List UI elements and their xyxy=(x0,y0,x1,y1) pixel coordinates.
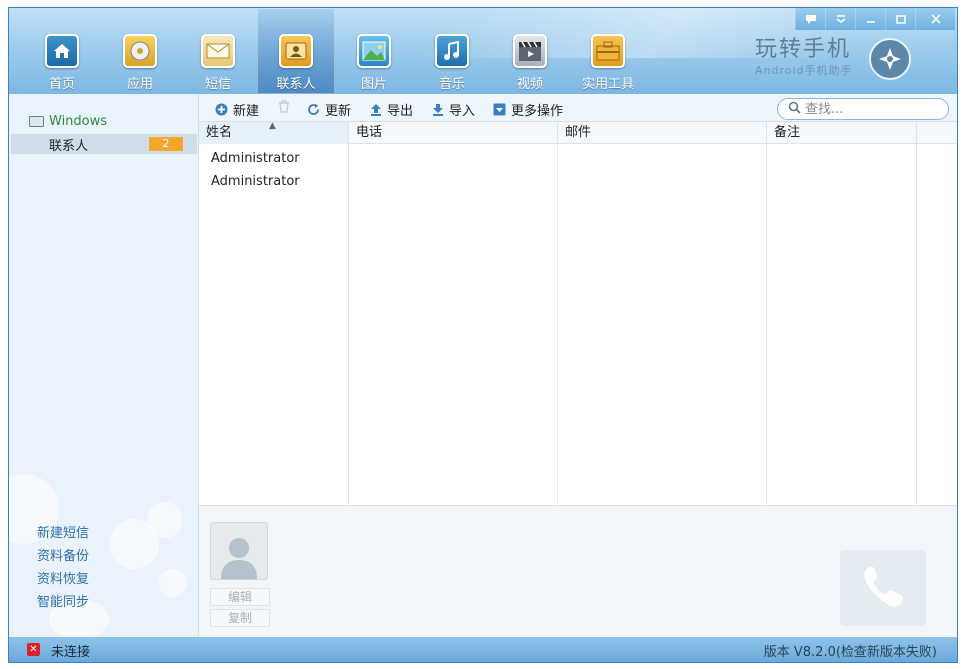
app-window: 首页 应用 短信 联系人 图片 音乐 视频 实用工具 玩转手机 Android手… xyxy=(8,7,958,663)
computer-icon xyxy=(29,116,44,127)
tree-root-label: Windows xyxy=(49,114,108,129)
contact-card-icon xyxy=(279,34,313,68)
nav-label: 首页 xyxy=(48,77,75,92)
header-bar: 首页 应用 短信 联系人 图片 音乐 视频 实用工具 玩转手机 Android手… xyxy=(9,8,957,94)
avatar xyxy=(210,522,268,580)
disc-icon xyxy=(123,34,157,68)
new-contact-button[interactable]: 新建 xyxy=(215,100,259,119)
refresh-label: 更新 xyxy=(325,104,352,119)
nav-sms[interactable]: 短信 xyxy=(179,8,257,94)
nav-tools[interactable]: 实用工具 xyxy=(569,8,647,94)
status-bar: ✕ 未连接 版本 V8.2.0(检查新版本失败) xyxy=(9,637,957,662)
link-smart-sync[interactable]: 智能同步 xyxy=(37,591,89,614)
import-label: 导入 xyxy=(449,104,476,119)
arrow-down-icon xyxy=(431,103,444,116)
nav-contacts[interactable]: 联系人 xyxy=(257,8,335,94)
link-new-sms[interactable]: 新建短信 xyxy=(37,522,89,545)
nav-label: 视频 xyxy=(516,77,543,92)
dropdown-icon xyxy=(493,103,506,116)
more-actions-label: 更多操作 xyxy=(511,104,564,119)
table-row[interactable]: Administrator xyxy=(199,147,349,170)
search-input[interactable] xyxy=(805,101,935,117)
toolbar: 新建 更新 导出 导入 更多操作 查找... xyxy=(199,94,957,122)
version-info[interactable]: 版本 V8.2.0(检查新版本失败) xyxy=(764,641,937,660)
table-row[interactable]: Administrator xyxy=(199,170,349,193)
more-actions-button[interactable]: 更多操作 xyxy=(493,100,563,119)
nav-video[interactable]: 视频 xyxy=(491,8,569,94)
search-box[interactable] xyxy=(777,98,949,120)
clapperboard-icon xyxy=(513,34,547,68)
phone-icon xyxy=(840,550,926,626)
main-panel: 新建 更新 导出 导入 更多操作 查找... ▲ 姓名 电话 邮件 备注 Adm… xyxy=(199,94,957,637)
sort-ascending-icon: ▲ xyxy=(269,121,276,131)
nav-pictures[interactable]: 图片 xyxy=(335,8,413,94)
column-header-name[interactable]: ▲ 姓名 xyxy=(199,121,349,144)
feedback-icon[interactable] xyxy=(795,8,825,30)
nav-music[interactable]: 音乐 xyxy=(413,8,491,94)
nav-label: 音乐 xyxy=(438,77,465,92)
new-label: 新建 xyxy=(233,104,260,119)
toolbox-icon xyxy=(591,34,625,68)
arrow-up-icon xyxy=(369,103,382,116)
minimize-icon[interactable] xyxy=(855,8,885,30)
plus-circle-icon xyxy=(215,103,228,116)
disconnected-icon: ✕ xyxy=(27,643,40,656)
window-controls xyxy=(795,8,955,30)
sidebar-item-label: 联系人 xyxy=(49,138,89,154)
column-header-phone[interactable]: 电话 xyxy=(349,122,558,144)
nav-home[interactable]: 首页 xyxy=(23,8,101,94)
picture-icon xyxy=(357,34,391,68)
nav-label: 应用 xyxy=(126,77,153,92)
contact-count-badge: 2 xyxy=(149,137,183,151)
column-header-note[interactable]: 备注 xyxy=(767,122,917,144)
main-nav: 首页 应用 短信 联系人 图片 音乐 视频 实用工具 xyxy=(23,8,647,94)
refresh-icon xyxy=(307,103,320,116)
nav-label: 图片 xyxy=(360,77,387,92)
copy-button[interactable]: 复制 xyxy=(210,609,270,627)
link-backup[interactable]: 资料备份 xyxy=(37,545,89,568)
nav-apps[interactable]: 应用 xyxy=(101,8,179,94)
envelope-icon xyxy=(201,34,235,68)
search-icon xyxy=(788,101,801,118)
brand-logo-icon xyxy=(869,38,911,80)
home-icon xyxy=(45,34,79,68)
connection-status: 未连接 xyxy=(51,645,91,660)
edit-button[interactable]: 编辑 xyxy=(210,588,270,606)
table-header: ▲ 姓名 电话 邮件 备注 xyxy=(199,121,957,144)
sidebar-links: 新建短信 资料备份 资料恢复 智能同步 xyxy=(37,522,89,614)
brand: 玩转手机 Android手机助手 xyxy=(755,38,853,78)
import-button[interactable]: 导入 xyxy=(431,100,475,119)
nav-label: 短信 xyxy=(204,77,231,92)
nav-label: 实用工具 xyxy=(581,77,634,92)
contacts-table: ▲ 姓名 电话 邮件 备注 Administrator Administrato… xyxy=(199,121,957,505)
link-restore[interactable]: 资料恢复 xyxy=(37,568,89,591)
brand-title: 玩转手机 xyxy=(755,37,852,62)
trash-icon xyxy=(277,100,290,113)
sidebar-item-contacts[interactable]: 联系人 2 xyxy=(11,134,197,154)
close-icon[interactable] xyxy=(915,8,955,30)
tree-root-windows[interactable]: Windows xyxy=(29,114,107,129)
delete-button[interactable] xyxy=(277,100,295,113)
export-button[interactable]: 导出 xyxy=(369,100,413,119)
refresh-button[interactable]: 更新 xyxy=(307,100,351,119)
column-header-email[interactable]: 邮件 xyxy=(558,122,767,144)
export-label: 导出 xyxy=(387,104,414,119)
menu-icon[interactable] xyxy=(825,8,855,30)
music-note-icon xyxy=(435,34,469,68)
nav-label: 联系人 xyxy=(276,77,316,92)
maximize-icon[interactable] xyxy=(885,8,915,30)
sidebar: Windows 联系人 2 新建短信 资料备份 资料恢复 智能同步 xyxy=(9,94,199,637)
brand-subtitle: Android手机助手 xyxy=(755,64,853,77)
contact-detail-panel: 编辑 复制 xyxy=(199,505,957,637)
